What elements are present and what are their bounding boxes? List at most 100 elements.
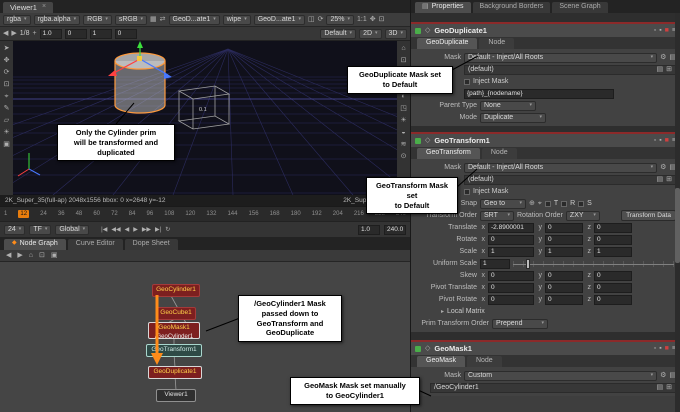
split-view-icon[interactable]: ◫ (308, 16, 315, 23)
snap-mode-dropdown[interactable]: Geo to▾ (480, 199, 526, 209)
timeline-tick[interactable]: 132 (206, 211, 216, 217)
tab-background-borders[interactable]: Background Borders (473, 2, 551, 13)
prim-transform-order-dropdown[interactable]: Prepend▾ (492, 319, 548, 329)
pin-icon[interactable]: ▪ (659, 137, 661, 144)
geoduplicate1-header[interactable]: ◇ GeoDuplicate1 ▫▪■≡ (411, 24, 680, 37)
rotate-z-field[interactable] (594, 235, 632, 245)
view-2d-dropdown[interactable]: 2D▾ (359, 29, 381, 39)
tab-node-graph[interactable]: ◆ Node Graph (4, 239, 66, 250)
timeline-tick[interactable]: 168 (270, 211, 280, 217)
flip-field-2[interactable] (65, 29, 87, 39)
snap-target-icon[interactable]: ⊕ (529, 200, 535, 207)
snapshot-icon[interactable]: ▣ (51, 252, 58, 259)
tab-geotransform[interactable]: GeoTransform (417, 148, 480, 159)
frame-back-icon[interactable]: ◀ (125, 227, 130, 233)
pick-icon[interactable]: ⊞ (666, 66, 672, 73)
antialias-toggle-icon[interactable]: ≋ (401, 141, 407, 148)
overlay-toggle-icon[interactable]: ⊙ (401, 153, 407, 160)
tab-geoduplicate[interactable]: GeoDuplicate (417, 38, 477, 49)
default-mask-bar[interactable]: (default) ▤⊞ (464, 175, 676, 185)
home-icon[interactable]: ⌂ (29, 252, 33, 259)
uniform-scale-slider[interactable] (513, 259, 676, 269)
pick-icon[interactable]: ⊞ (666, 176, 672, 183)
skew-y-field[interactable] (545, 271, 583, 281)
scrollbar-thumb[interactable] (675, 188, 680, 263)
snap-center-icon[interactable]: ⌖ (538, 200, 542, 207)
refresh-icon[interactable]: ⟳ (318, 16, 324, 23)
flag-icon[interactable]: ▫ (654, 27, 656, 34)
mask-dropdown[interactable]: Default - Inject/All Roots▾ (464, 53, 657, 63)
enable-toggle[interactable] (415, 346, 421, 352)
filter-dropdown[interactable]: TF▾ (29, 225, 51, 235)
name-pattern-field[interactable] (464, 89, 614, 99)
mode-dropdown[interactable]: Duplicate▾ (480, 113, 546, 123)
nav-back-icon[interactable]: ◀ (6, 252, 11, 259)
rotate-tool-icon[interactable]: ⟳ (4, 69, 10, 76)
select-tool-icon[interactable]: ➤ (4, 45, 10, 52)
parent-type-dropdown[interactable]: None▾ (480, 101, 536, 111)
pivot-rotate-x-field[interactable] (488, 295, 534, 305)
default-mask-bar[interactable]: (default) ▤⊞ (464, 65, 676, 75)
gear-icon[interactable]: ⚙ (660, 164, 666, 171)
translate-x-field[interactable] (488, 223, 534, 233)
mask-dropdown[interactable]: Default - Inject/All Roots▾ (464, 163, 657, 173)
gear-icon[interactable]: ⚙ (660, 372, 666, 379)
inject-mask-checkbox[interactable] (464, 79, 470, 85)
frame-back-icon[interactable]: ◀ (3, 30, 8, 37)
timeline-tick[interactable]: 192 (312, 211, 322, 217)
transform-order-dropdown[interactable]: SRT▾ (480, 211, 514, 221)
pan-view-icon[interactable]: ✥ (370, 16, 376, 23)
enable-toggle[interactable] (415, 138, 421, 144)
skew-x-field[interactable] (488, 271, 534, 281)
node-geocube1[interactable]: GeoCube1 (156, 307, 196, 320)
tab-node[interactable]: Node (479, 38, 514, 49)
range-mode-dropdown[interactable]: Global▾ (55, 225, 89, 235)
close-icon[interactable]: × (42, 3, 46, 11)
scale-y-field[interactable] (545, 247, 583, 257)
pin-icon[interactable]: ▪ (659, 345, 661, 352)
local-matrix-row[interactable]: ▸ Local Matrix (415, 306, 676, 317)
mask-dropdown[interactable]: Custom▾ (464, 371, 657, 381)
pin-icon[interactable]: ▪ (659, 27, 661, 34)
zoom-dropdown[interactable]: 25%▾ (326, 15, 354, 25)
pivot-translate-x-field[interactable] (488, 283, 534, 293)
bypass-icon[interactable]: ◇ (425, 137, 430, 144)
frame-forward-icon[interactable]: ▶▶ (142, 227, 151, 233)
rotate-x-field[interactable] (488, 235, 534, 245)
flip-field-3[interactable] (90, 29, 112, 39)
timeline-tick[interactable]: 96 (147, 211, 154, 217)
go-start-icon[interactable]: |◀ (101, 227, 107, 233)
geomask1-header[interactable]: ◇ GeoMask1 ▫▪■≡ (411, 342, 680, 355)
timeline-tick[interactable]: 144 (227, 211, 237, 217)
node-geomask1[interactable]: GeoMask1 /GeoCylinder1 (148, 322, 200, 339)
lighting-toggle-icon[interactable]: ☀ (400, 117, 406, 124)
pixel-ratio-button[interactable]: 1:1 (357, 16, 367, 23)
gear-icon[interactable]: ⚙ (660, 54, 666, 61)
node-viewer1[interactable]: Viewer1 (156, 389, 196, 402)
timeline-tick[interactable]: 72 (111, 211, 118, 217)
compare-a-dropdown[interactable]: GeoD...ate1▾ (169, 15, 220, 25)
snap-scale-checkbox[interactable] (578, 201, 584, 207)
timeline-tick[interactable]: 48 (76, 211, 83, 217)
home-view-icon[interactable]: ⌂ (401, 45, 405, 52)
geotransform1-header[interactable]: ◇ GeoTransform1 ▫▪■≡ (411, 134, 680, 147)
remove-icon[interactable]: ■ (665, 27, 669, 34)
step-back-icon[interactable]: ◀◀ (111, 227, 120, 233)
translate-z-field[interactable] (594, 223, 632, 233)
tab-node[interactable]: Node (482, 148, 517, 159)
layer-dropdown[interactable]: rgba.alpha▾ (34, 15, 81, 25)
viewer-tab[interactable]: Viewer1 × (3, 2, 53, 13)
scale-z-field[interactable] (594, 247, 632, 257)
tab-geomask[interactable]: GeoMask (417, 356, 465, 367)
quality-dropdown[interactable]: Default▾ (320, 29, 356, 39)
pivot-rotate-y-field[interactable] (545, 295, 583, 305)
scale-x-field[interactable] (488, 247, 534, 257)
timeline-tick[interactable]: 1 (4, 211, 7, 217)
wireframe-toggle-icon[interactable]: ◳ (400, 105, 407, 112)
range-start-field[interactable] (358, 225, 380, 235)
list-icon[interactable]: ▤ (657, 384, 664, 391)
uniform-scale-field[interactable] (480, 259, 510, 269)
snap-tool-icon[interactable]: ⌖ (5, 93, 9, 100)
skew-z-field[interactable] (594, 271, 632, 281)
bypass-icon[interactable]: ◇ (425, 27, 430, 34)
